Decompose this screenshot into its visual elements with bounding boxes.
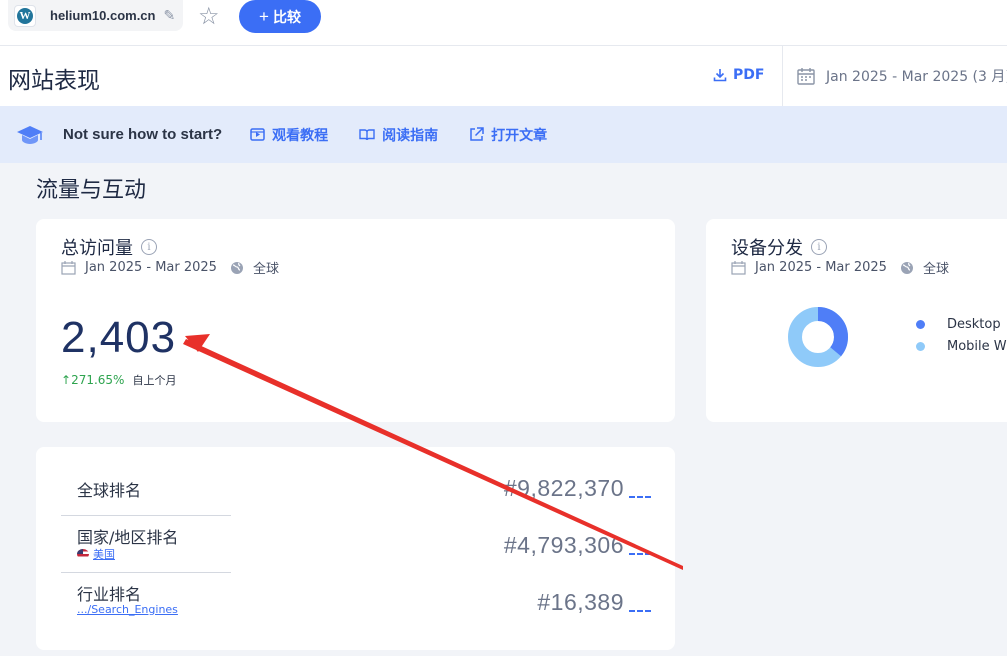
legend-dot-desktop [916,319,925,329]
device-meta: Jan 2025 - Mar 2025 全球 [731,258,949,277]
visits-change-percent: 271.65% [71,373,125,387]
rankings-card: 全球排名 国家/地区排名 美国 行业排名 .../Search_Engines … [36,447,675,650]
globe-icon [900,261,913,274]
plus-icon: + [259,6,269,26]
open-article-link[interactable]: 打开文章 [469,125,547,145]
date-range-label: Jan 2025 - Mar 2025 (3 月) [826,69,1007,85]
compare-button[interactable]: + 比较 [239,0,321,33]
video-icon [250,128,265,141]
industry-rank-row: 行业排名 .../Search_Engines [61,573,231,630]
legend-item-desktop: Desktop [916,313,1007,335]
pencil-icon[interactable]: ✎ [163,8,175,24]
total-visits-card: 总访问量 i Jan 2025 - Mar 2025 全球 2,403 ↑271… [36,219,675,422]
legend-dot-mobile [916,341,925,351]
book-icon [359,129,375,141]
download-icon [713,69,727,82]
visits-change-label: 自上个月 [132,374,177,387]
read-guide-link[interactable]: 阅读指南 [359,125,438,145]
graduation-cap-icon [17,125,43,144]
legend-label-desktop: Desktop [947,316,1001,332]
wordpress-icon: W [14,4,36,27]
country-rank-row: 国家/地区排名 美国 [61,516,231,573]
page-header: 网站表现 PDF Jan 2025 - Mar 2025 (3 月) ▼ [0,46,1007,106]
device-title-row: 设备分发 i [731,234,827,260]
country-rank-more-icon[interactable] [629,553,651,557]
external-link-icon [470,127,484,141]
country-link-label: 美国 [93,548,115,561]
calendar-icon [61,261,76,275]
country-rank-label: 国家/地区排名 [77,528,179,547]
total-visits-title-row: 总访问量 i [61,234,157,260]
global-rank-value: #9,822,370 [503,475,624,501]
pdf-download-button[interactable]: PDF [713,67,764,83]
star-icon[interactable]: ☆ [198,2,220,30]
industry-rank-more-icon[interactable] [629,610,651,614]
visits-change: ↑271.65% 自上个月 [61,372,176,388]
page-title: 网站表现 [8,68,100,94]
globe-icon [230,261,243,274]
device-legend: Desktop Mobile W [916,313,1007,357]
industry-link[interactable]: .../Search_Engines [77,603,178,616]
device-region: 全球 [922,262,949,277]
device-donut-chart[interactable] [786,305,850,369]
site-domain: helium10.com.cn [50,8,156,23]
global-rank-row: 全球排名 [61,459,231,516]
country-rank-value: #4,793,306 [503,532,624,558]
total-visits-meta: Jan 2025 - Mar 2025 全球 [61,258,279,277]
site-chip[interactable]: W helium10.com.cn ✎ [8,0,183,31]
country-link[interactable]: 美国 [77,546,115,562]
device-distribution-card: 设备分发 i Jan 2025 - Mar 2025 全球 Desktop Mo… [706,219,1007,422]
global-rank-label: 全球排名 [77,481,142,500]
total-visits-date: Jan 2025 - Mar 2025 [85,260,217,275]
banner-prompt: Not sure how to start? [63,126,223,143]
header-divider [782,46,783,106]
calendar-icon [797,68,815,85]
us-flag-icon [77,549,89,559]
open-article-label: 打开文章 [491,127,548,144]
section-title: 流量与互动 [36,178,147,203]
global-rank-more-icon[interactable] [629,496,651,500]
industry-rank-value: #16,389 [537,589,624,615]
browser-topbar: W helium10.com.cn ✎ ☆ + 比较 [0,0,1007,46]
visits-change-value: ↑271.65% [61,373,125,387]
industry-rank-label: 行业排名 [77,585,142,604]
legend-label-mobile: Mobile W [947,338,1007,354]
total-visits-value: 2,403 [61,313,177,362]
device-date: Jan 2025 - Mar 2025 [755,260,887,275]
total-visits-region: 全球 [252,262,279,277]
device-title: 设备分发 [731,238,803,259]
help-banner: Not sure how to start? 观看教程 阅读指南 打开文章 [0,106,1007,163]
date-range-picker[interactable]: Jan 2025 - Mar 2025 (3 月) ▼ [796,66,1007,86]
legend-item-mobile: Mobile W [916,335,1007,357]
compare-label: 比较 [272,8,301,25]
pdf-label: PDF [733,67,765,83]
watch-tutorial-link[interactable]: 观看教程 [250,125,328,145]
info-icon[interactable]: i [811,239,827,255]
total-visits-title: 总访问量 [61,238,133,259]
info-icon[interactable]: i [141,239,157,255]
read-guide-label: 阅读指南 [382,127,439,144]
watch-tutorial-label: 观看教程 [272,127,329,144]
industry-link-label: .../Search_Engines [77,603,178,616]
calendar-icon [731,261,746,275]
